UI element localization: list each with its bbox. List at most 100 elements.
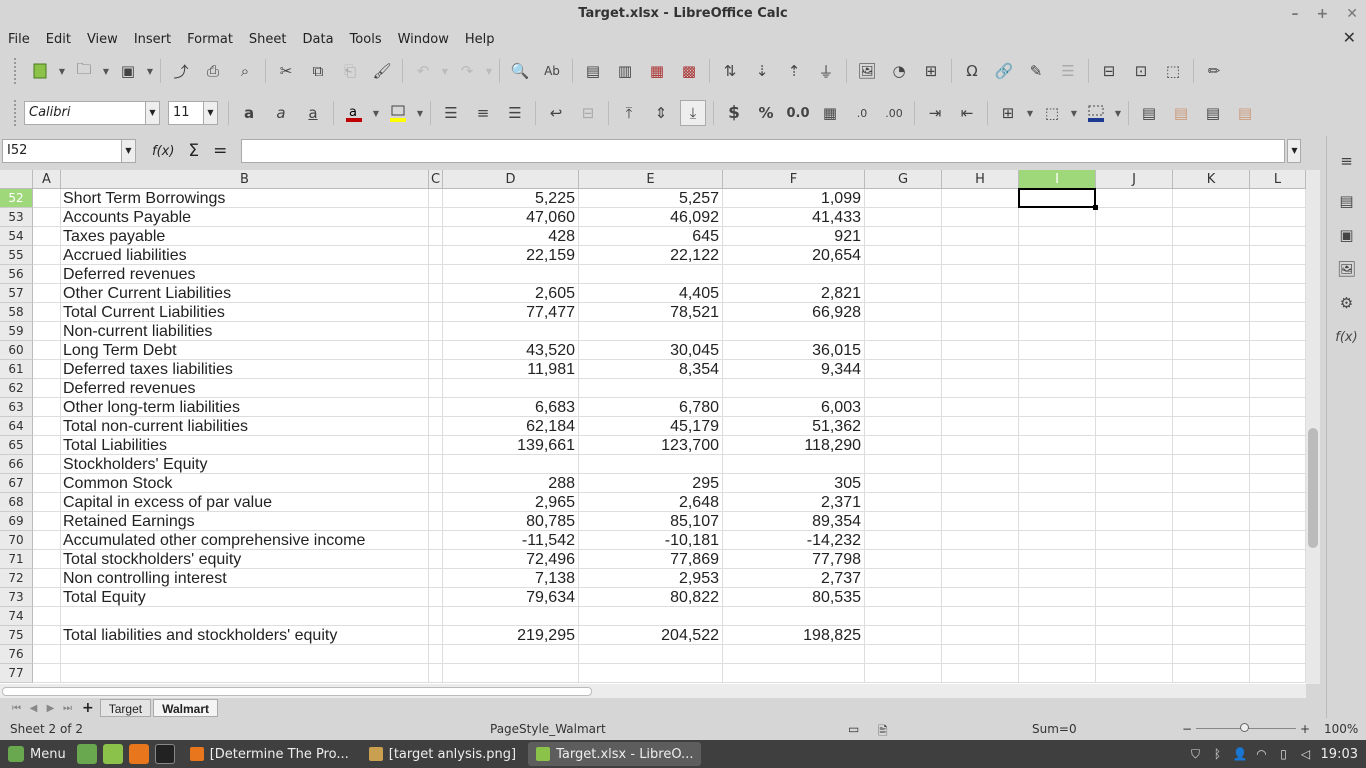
cell[interactable] (1250, 379, 1306, 398)
cell[interactable] (33, 322, 61, 341)
freeze-rows-columns-icon[interactable]: ⊡ (1128, 58, 1154, 84)
border-color-icon[interactable] (1083, 100, 1109, 126)
row-header[interactable]: 70 (0, 531, 33, 550)
zoom-in-icon[interactable]: + (1300, 722, 1310, 736)
cell-label[interactable]: Accrued liabilities (61, 246, 429, 265)
cell-value[interactable] (579, 645, 723, 664)
cell[interactable] (1250, 246, 1306, 265)
decrease-indent-icon[interactable]: ⇤ (954, 100, 980, 126)
cell-value[interactable]: -11,542 (443, 531, 579, 550)
clone-formatting-icon[interactable]: 🖌 (369, 58, 395, 84)
align-top-icon[interactable]: ⤒ (616, 100, 642, 126)
selection-mode-icon[interactable]: ▭ (848, 722, 859, 736)
cell[interactable] (429, 303, 443, 322)
row-header[interactable]: 60 (0, 341, 33, 360)
borders-dropdown-icon[interactable]: ▼ (1024, 100, 1036, 126)
cell[interactable] (865, 474, 942, 493)
cell[interactable] (942, 664, 1019, 683)
cell[interactable] (1173, 246, 1250, 265)
chevron-down-icon[interactable]: ▼ (121, 140, 135, 162)
cell-value[interactable]: 204,522 (579, 626, 723, 645)
row-header[interactable]: 71 (0, 550, 33, 569)
cell[interactable] (1173, 436, 1250, 455)
column-header-g[interactable]: G (865, 170, 942, 189)
cell[interactable] (1173, 360, 1250, 379)
cell[interactable] (1096, 417, 1173, 436)
row-header[interactable]: 72 (0, 569, 33, 588)
cell-value[interactable]: 51,362 (723, 417, 865, 436)
cell[interactable] (1096, 493, 1173, 512)
cell[interactable] (33, 246, 61, 265)
cell[interactable] (1096, 531, 1173, 550)
cell-value[interactable]: 305 (723, 474, 865, 493)
cell[interactable] (1096, 208, 1173, 227)
cell-label[interactable] (61, 645, 429, 664)
cell-label[interactable]: Stockholders' Equity (61, 455, 429, 474)
cell[interactable] (1096, 227, 1173, 246)
cell[interactable] (865, 455, 942, 474)
cell-label[interactable]: Total Liabilities (61, 436, 429, 455)
cell-value[interactable] (579, 265, 723, 284)
cell-value[interactable]: 72,496 (443, 550, 579, 569)
start-menu-button[interactable]: Menu (0, 740, 74, 768)
cell[interactable] (429, 569, 443, 588)
row-header[interactable]: 73 (0, 588, 33, 607)
cell-value[interactable]: 77,477 (443, 303, 579, 322)
cell[interactable] (1019, 341, 1096, 360)
sheet-tab-walmart[interactable]: Walmart (153, 699, 218, 717)
cell-value[interactable] (443, 379, 579, 398)
print-preview-icon[interactable]: ⌕ (232, 58, 258, 84)
cell[interactable] (1173, 284, 1250, 303)
font-name-field[interactable]: Calibri ▼ (24, 101, 160, 125)
cell[interactable] (1173, 474, 1250, 493)
row-header[interactable]: 58 (0, 303, 33, 322)
column-header-d[interactable]: D (443, 170, 579, 189)
next-sheet-icon[interactable]: ▶ (42, 703, 59, 714)
toolbar-grip[interactable] (14, 100, 18, 126)
cell-value[interactable]: 2,605 (443, 284, 579, 303)
cell[interactable] (942, 341, 1019, 360)
cell-value[interactable]: 288 (443, 474, 579, 493)
cell[interactable] (429, 626, 443, 645)
name-box[interactable]: I52 ▼ (2, 139, 136, 163)
functions-icon[interactable]: f(x) (1334, 324, 1360, 350)
cell-value[interactable]: 62,184 (443, 417, 579, 436)
corner-select-all[interactable] (0, 170, 33, 189)
split-window-icon[interactable]: ⬚ (1160, 58, 1186, 84)
cell-value[interactable]: -10,181 (579, 531, 723, 550)
cell[interactable] (33, 645, 61, 664)
cell[interactable] (1019, 284, 1096, 303)
cell[interactable] (33, 360, 61, 379)
cell[interactable] (942, 588, 1019, 607)
cell-value[interactable]: 77,798 (723, 550, 865, 569)
add-sheet-icon[interactable]: + (82, 700, 94, 716)
cell[interactable] (865, 493, 942, 512)
cell[interactable] (1096, 246, 1173, 265)
vertical-scrollbar[interactable] (1306, 170, 1320, 684)
row-header[interactable]: 57 (0, 284, 33, 303)
spelling-icon[interactable]: Ab (539, 58, 565, 84)
cell[interactable] (1250, 322, 1306, 341)
cell-value[interactable]: -14,232 (723, 531, 865, 550)
cell[interactable] (1173, 493, 1250, 512)
cell[interactable] (429, 360, 443, 379)
function-wizard-button[interactable]: f(x) (152, 144, 174, 159)
menu-view[interactable]: View (79, 32, 126, 47)
number-format-icon[interactable]: 0.0 (785, 100, 811, 126)
cell[interactable] (1019, 512, 1096, 531)
align-bottom-icon[interactable]: ⤓ (680, 100, 706, 126)
close-icon[interactable]: ✕ (1346, 0, 1358, 28)
cell-value[interactable]: 2,965 (443, 493, 579, 512)
cell[interactable] (33, 341, 61, 360)
cell-label[interactable]: Deferred taxes liabilities (61, 360, 429, 379)
cell-value[interactable]: 41,433 (723, 208, 865, 227)
cell-label[interactable]: Non controlling interest (61, 569, 429, 588)
undo-icon[interactable]: ↶ (410, 58, 436, 84)
cell[interactable] (1250, 455, 1306, 474)
battery-icon[interactable]: ▯ (1277, 747, 1291, 761)
cell[interactable] (1019, 645, 1096, 664)
cell[interactable] (942, 569, 1019, 588)
cell[interactable] (1019, 417, 1096, 436)
cell[interactable] (1096, 303, 1173, 322)
cell-label[interactable]: Deferred revenues (61, 265, 429, 284)
